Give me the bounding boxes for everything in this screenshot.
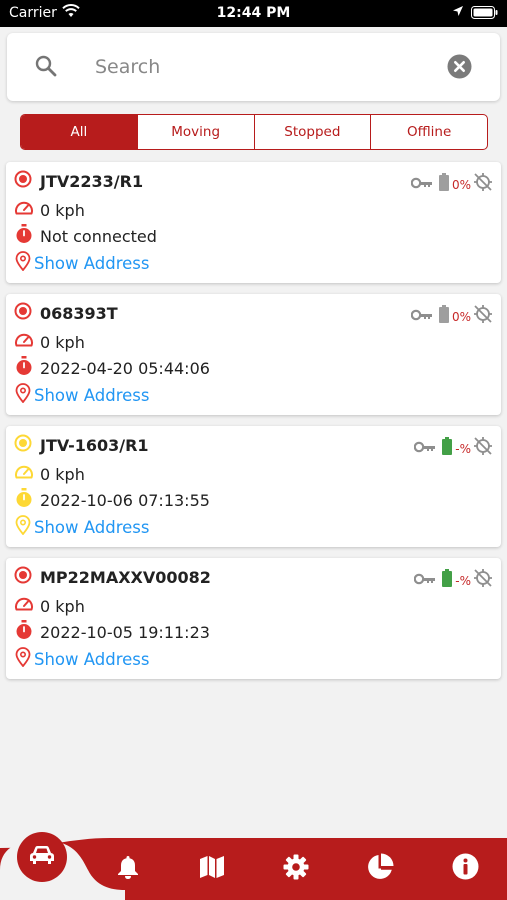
vehicle-name-row: MP22MAXXV00082 xyxy=(14,566,211,588)
speed-value: 0 kph xyxy=(40,200,85,220)
map-pin-icon xyxy=(14,646,32,672)
ignition-key-icon xyxy=(413,440,436,458)
status-dot-icon xyxy=(14,302,32,325)
gps-off-icon xyxy=(473,304,493,329)
battery-level-icon xyxy=(438,173,449,196)
address-row: Show Address xyxy=(14,382,149,408)
vehicle-card[interactable]: JTV-1603/R1 -% 0 kph 2022-10-06 07:13:55 Sho… xyxy=(6,426,501,547)
gps-off-icon xyxy=(473,436,493,461)
vehicle-card[interactable]: JTV2233/R1 0% 0 kph Not connected Show Addre… xyxy=(6,162,501,283)
clock: 12:44 PM xyxy=(216,5,291,21)
speedometer-icon xyxy=(14,596,34,617)
show-address-link[interactable]: Show Address xyxy=(34,518,149,537)
speed-row: 0 kph xyxy=(14,463,85,485)
location-arrow-icon xyxy=(452,5,464,21)
last-update-row: 2022-04-20 05:44:06 xyxy=(14,355,210,381)
info-icon xyxy=(452,853,479,885)
vehicle-name-row: JTV-1603/R1 xyxy=(14,434,149,456)
vehicle-status-icons: -% xyxy=(413,436,493,461)
gear-icon xyxy=(283,854,309,885)
vehicle-status-icons: -% xyxy=(413,568,493,593)
last-update-value: 2022-10-05 19:11:23 xyxy=(40,622,210,642)
speedometer-icon xyxy=(14,200,34,221)
tab-moving[interactable]: Moving xyxy=(136,115,254,149)
vehicle-status-icons: 0% xyxy=(410,172,493,197)
battery-percent: -% xyxy=(455,573,471,588)
vehicle-name: 068393T xyxy=(40,303,118,323)
speed-value: 0 kph xyxy=(40,596,85,616)
status-dot-icon xyxy=(14,566,32,589)
notifications-nav-button[interactable] xyxy=(113,854,143,884)
speed-value: 0 kph xyxy=(40,332,85,352)
speed-row: 0 kph xyxy=(14,331,85,353)
search-icon[interactable] xyxy=(34,54,58,83)
speedometer-icon xyxy=(14,332,34,353)
reports-nav-button[interactable] xyxy=(365,853,395,886)
ignition-key-icon xyxy=(413,572,436,590)
stopwatch-icon xyxy=(14,619,34,645)
status-dot-icon xyxy=(14,434,32,457)
address-row: Show Address xyxy=(14,250,149,276)
last-update-value: 2022-10-06 07:13:55 xyxy=(40,490,210,510)
last-update-value: Not connected xyxy=(40,226,157,246)
gps-off-icon xyxy=(473,172,493,197)
vehicle-card[interactable]: MP22MAXXV00082 -% 0 kph 2022-10-05 19:11:23… xyxy=(6,558,501,679)
map-pin-icon xyxy=(14,250,32,276)
info-nav-button[interactable] xyxy=(450,853,480,885)
tab-all[interactable]: All xyxy=(21,115,137,149)
ignition-key-icon xyxy=(410,176,433,194)
settings-nav-button[interactable] xyxy=(281,854,311,884)
map-nav-button[interactable] xyxy=(197,854,227,884)
status-bar: Carrier 12:44 PM xyxy=(0,0,507,27)
search-bar xyxy=(7,33,500,101)
speedometer-icon xyxy=(14,464,34,485)
battery-percent: -% xyxy=(455,441,471,456)
clear-search-icon[interactable] xyxy=(447,54,472,84)
show-address-link[interactable]: Show Address xyxy=(34,254,149,273)
pie-chart-icon xyxy=(366,853,394,886)
vehicle-name-row: JTV2233/R1 xyxy=(14,170,143,192)
vehicle-card[interactable]: 068393T 0% 0 kph 2022-04-20 05:44:06 Show Ad… xyxy=(6,294,501,415)
speed-value: 0 kph xyxy=(40,464,85,484)
gps-off-icon xyxy=(473,568,493,593)
last-update-row: 2022-10-06 07:13:55 xyxy=(14,487,210,513)
stopwatch-icon xyxy=(14,487,34,513)
address-row: Show Address xyxy=(14,646,149,672)
last-update-row: Not connected xyxy=(14,223,157,249)
car-icon xyxy=(29,844,55,871)
speed-row: 0 kph xyxy=(14,199,85,221)
bottom-nav xyxy=(0,830,507,900)
tab-stopped[interactable]: Stopped xyxy=(253,115,371,149)
search-input[interactable] xyxy=(93,51,417,83)
show-address-link[interactable]: Show Address xyxy=(34,386,149,405)
map-icon xyxy=(199,855,225,884)
filter-tabs: All Moving Stopped Offline xyxy=(20,114,488,150)
bell-icon xyxy=(117,855,139,884)
map-pin-icon xyxy=(14,382,32,408)
map-pin-icon xyxy=(14,514,32,540)
battery-percent: 0% xyxy=(451,309,471,324)
show-address-link[interactable]: Show Address xyxy=(34,650,149,669)
last-update-value: 2022-04-20 05:44:06 xyxy=(40,358,210,378)
last-update-row: 2022-10-05 19:11:23 xyxy=(14,619,210,645)
address-row: Show Address xyxy=(14,514,149,540)
status-dot-icon xyxy=(14,170,32,193)
bottom-nav-background xyxy=(0,838,507,900)
battery-icon xyxy=(471,6,498,23)
speed-row: 0 kph xyxy=(14,595,85,617)
battery-percent: 0% xyxy=(451,177,471,192)
stopwatch-icon xyxy=(14,355,34,381)
stopwatch-icon xyxy=(14,223,34,249)
vehicle-status-icons: 0% xyxy=(410,304,493,329)
vehicle-name: JTV-1603/R1 xyxy=(40,435,149,455)
ignition-key-icon xyxy=(410,308,433,326)
vehicle-name: JTV2233/R1 xyxy=(40,171,144,191)
tab-offline[interactable]: Offline xyxy=(370,115,487,149)
battery-level-icon xyxy=(438,305,449,328)
vehicle-name-row: 068393T xyxy=(14,302,118,324)
vehicles-nav-button[interactable] xyxy=(17,832,67,882)
battery-level-icon xyxy=(442,437,453,460)
vehicle-name: MP22MAXXV00082 xyxy=(40,567,211,587)
battery-level-icon xyxy=(442,569,453,592)
